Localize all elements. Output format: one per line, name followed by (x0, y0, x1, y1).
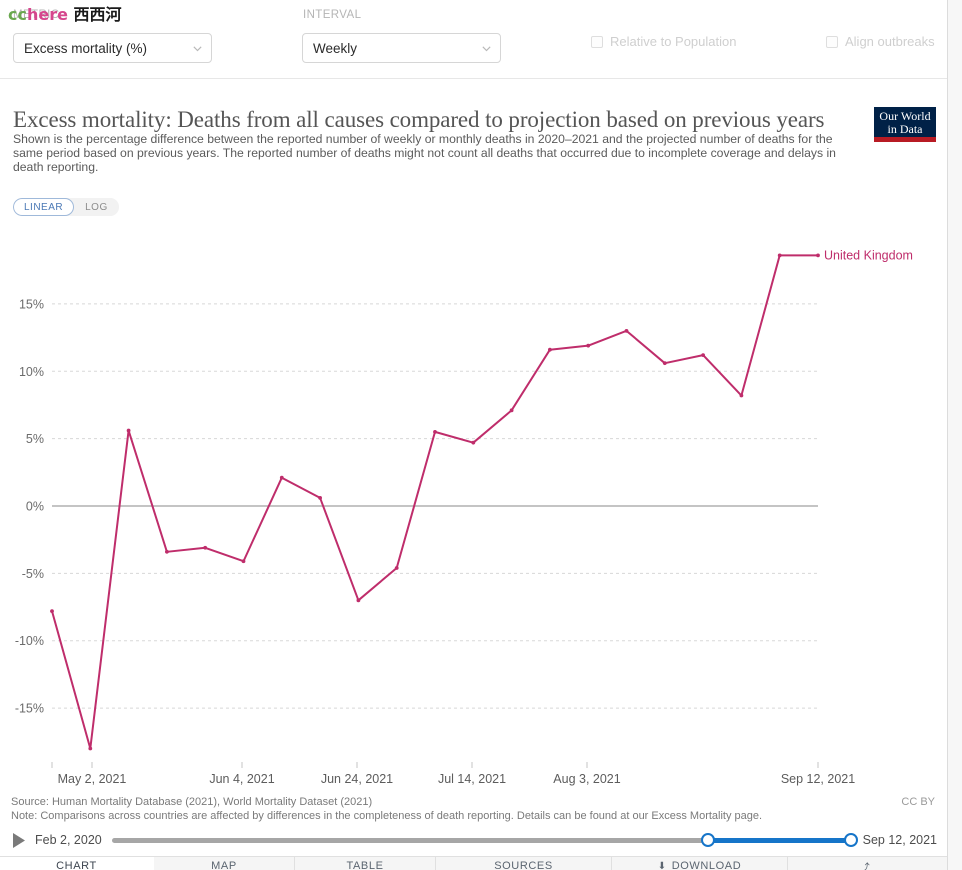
data-point (777, 253, 782, 258)
checkbox-icon (591, 35, 603, 48)
x-axis-tick-label: May 2, 2021 (58, 772, 127, 786)
axis-scale-toggle[interactable]: LINEAR LOG (13, 198, 119, 216)
timeline-track[interactable] (111, 831, 858, 849)
tab-chart[interactable]: CHART (0, 857, 154, 870)
series-line-united-kingdom (51, 254, 819, 750)
data-point (548, 347, 552, 352)
logo-red-bar (874, 137, 936, 142)
play-icon[interactable] (11, 832, 27, 849)
logo-line-2: in Data (887, 122, 923, 136)
download-icon: ⬇ (657, 860, 667, 870)
tab-share[interactable]: ⤴ (788, 857, 947, 870)
data-point (816, 253, 820, 258)
interval-label: INTERVAL (303, 9, 362, 21)
timeline-handle-end[interactable] (843, 833, 858, 847)
series-end-label: United Kingdom (824, 248, 913, 262)
data-point (241, 559, 246, 564)
data-point (433, 429, 437, 434)
scale-log-button[interactable]: LOG (74, 198, 119, 216)
chart-subtitle: Shown is the percentage difference betwe… (13, 132, 836, 174)
y-axis-tick-label: 15% (19, 297, 44, 311)
source-line: Source: Human Mortality Database (2021),… (11, 796, 373, 808)
interval-select[interactable]: Weekly (302, 33, 501, 63)
relative-to-population-checkbox[interactable]: Relative to Population (591, 34, 736, 49)
chart-panel: METRIC Excess mortality (%) INTERVAL Wee… (0, 0, 948, 870)
data-point (279, 475, 284, 480)
tab-label: MAP (211, 860, 237, 870)
data-point (126, 428, 131, 433)
data-point (509, 408, 514, 413)
tab-table[interactable]: TABLE (295, 857, 436, 870)
y-axis-tick-label: 10% (19, 365, 44, 379)
data-point (88, 746, 93, 751)
scale-linear-button[interactable]: LINEAR (13, 198, 75, 216)
metric-select-value: Excess mortality (%) (24, 40, 148, 56)
data-point (50, 609, 54, 613)
tab-download[interactable]: ⬇ DOWNLOAD (612, 857, 788, 870)
tab-label: TABLE (346, 860, 384, 870)
chevron-down-icon (192, 43, 203, 54)
data-point (165, 549, 169, 554)
tab-label: SOURCES (494, 860, 553, 870)
relative-to-population-label: Relative to Population (610, 34, 737, 49)
chevron-down-icon (481, 43, 492, 54)
data-point (662, 361, 667, 366)
our-world-in-data-logo[interactable]: Our World in Data (874, 107, 936, 142)
data-point (318, 496, 322, 500)
share-icon: ⤴ (859, 862, 871, 870)
timeline-end-label: Sep 12, 2021 (862, 833, 937, 847)
timeline-handle-start[interactable] (700, 833, 715, 847)
x-axis-tick-label: Aug 3, 2021 (553, 772, 620, 786)
controls-bar: METRIC Excess mortality (%) INTERVAL Wee… (0, 0, 947, 79)
tab-label: CHART (56, 860, 97, 870)
y-axis-tick-label: 0% (26, 500, 44, 514)
data-point (586, 343, 591, 348)
data-point (471, 440, 476, 445)
y-axis-tick-label: -5% (22, 567, 44, 581)
metric-select[interactable]: Excess mortality (%) (13, 33, 212, 63)
timeline-selected-range (708, 838, 853, 843)
x-axis-tick-label: Jul 14, 2021 (438, 772, 506, 786)
timeline-control[interactable]: Feb 2, 2020 Sep 12, 2021 (11, 828, 937, 852)
owid-chart-page: METRIC Excess mortality (%) INTERVAL Wee… (0, 0, 962, 870)
data-point (624, 328, 629, 333)
align-outbreaks-label: Align outbreaks (845, 34, 935, 49)
page-title: Excess mortality: Deaths from all causes… (13, 107, 825, 132)
x-axis-tick-label: Jun 4, 2021 (209, 772, 274, 786)
align-outbreaks-checkbox[interactable]: Align outbreaks (826, 34, 935, 49)
data-point (356, 598, 361, 603)
y-axis-tick-label: -15% (15, 702, 44, 716)
tab-map[interactable]: MAP (154, 857, 295, 870)
y-axis-tick-label: 5% (26, 432, 44, 446)
timeline-start-label: Feb 2, 2020 (35, 833, 102, 847)
checkbox-icon (826, 35, 838, 48)
license-label: CC BY (901, 796, 935, 808)
note-line: Note: Comparisons across countries are a… (11, 810, 763, 822)
data-point (739, 393, 744, 398)
x-axis-tick-label: Jun 24, 2021 (321, 772, 393, 786)
data-point (203, 545, 208, 550)
metric-label: METRIC (13, 9, 60, 21)
x-axis-tick-label: Sep 12, 2021 (781, 772, 855, 786)
data-point (394, 566, 399, 570)
data-point (701, 353, 705, 357)
interval-select-value: Weekly (313, 40, 358, 56)
tab-sources[interactable]: SOURCES (436, 857, 612, 870)
tab-label: DOWNLOAD (671, 860, 742, 870)
bottom-tab-bar: CHART MAP TABLE SOURCES ⬇ DOWNLOAD ⤴ (0, 856, 947, 870)
y-axis-tick-label: -10% (15, 634, 44, 648)
